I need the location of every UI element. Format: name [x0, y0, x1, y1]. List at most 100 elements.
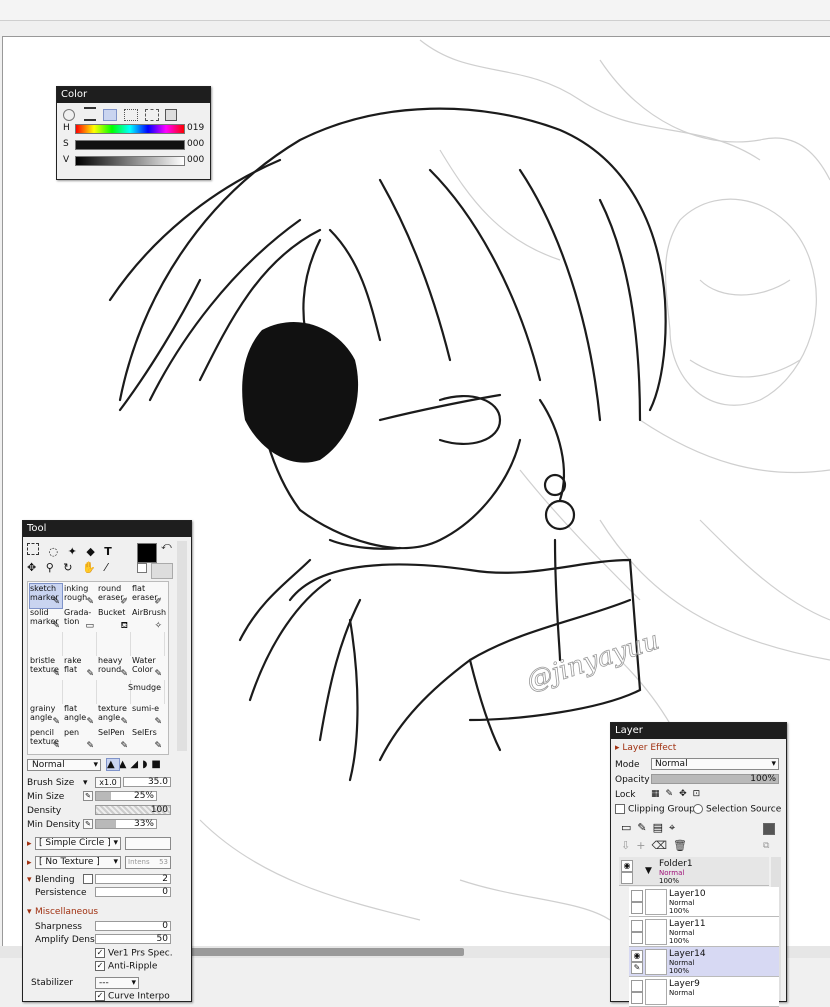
select-pen-icon[interactable]: ◆: [86, 545, 94, 558]
eye-icon[interactable]: [631, 920, 643, 932]
ver1-checkbox[interactable]: ✓: [95, 948, 105, 958]
tool-slot-empty[interactable]: [30, 632, 63, 656]
shape-triangle-selected-icon[interactable]: ▲: [106, 758, 120, 771]
size-multiplier[interactable]: x1.0: [95, 777, 121, 788]
layer-effect-toggle[interactable]: ▸ Layer Effect: [615, 743, 676, 753]
hand-icon[interactable]: ✋: [82, 561, 96, 574]
brush-texture-select[interactable]: [ No Texture ] ▾: [35, 856, 121, 869]
tool-rake-flat[interactable]: rake flat ✎: [64, 656, 96, 680]
misc-expand-icon[interactable]: ▾: [27, 907, 32, 917]
tool-flat-eraser[interactable]: flat eraser ✐: [132, 584, 164, 608]
layer-lock-box[interactable]: ✎: [631, 962, 643, 974]
tool-water-color[interactable]: Water Color ✎: [132, 656, 164, 680]
density-slider[interactable]: 100: [95, 805, 171, 815]
persistence-slider[interactable]: 0: [95, 887, 171, 897]
layer-row-layer10[interactable]: Layer10 Normal 100%: [629, 887, 779, 917]
saturation-slider[interactable]: [75, 140, 185, 150]
tool-flat-angle[interactable]: flat angle ✎: [64, 704, 96, 728]
zoom-icon[interactable]: ⚲: [46, 561, 54, 574]
blend-mode-select[interactable]: Normal ▾: [27, 759, 101, 771]
grid-icon[interactable]: [123, 109, 138, 121]
sharpness-slider[interactable]: 0: [95, 921, 171, 931]
folder-row[interactable]: ◉ ▼ Folder1 Normal 100%: [619, 857, 769, 886]
tool-heavy-round[interactable]: heavy round ✎: [98, 656, 130, 680]
min-size-slider[interactable]: 25%: [95, 791, 157, 801]
lock-move-icon[interactable]: ✥: [679, 789, 693, 799]
antiripple-option[interactable]: ✓ Anti-Ripple: [95, 961, 157, 972]
pressure-icon[interactable]: ✎: [83, 791, 93, 801]
tool-slot-empty[interactable]: [98, 632, 131, 656]
tool-selpen[interactable]: SelPen ✎: [98, 728, 130, 752]
swatch-icon[interactable]: [144, 109, 159, 121]
lasso-icon[interactable]: ◌: [49, 545, 59, 558]
background-color-swatch[interactable]: [151, 563, 173, 579]
tool-bucket[interactable]: Bucket ⛾: [98, 608, 130, 632]
layer-row-layer9[interactable]: Layer9 Normal: [629, 977, 779, 1007]
smudge-label[interactable]: Smudge: [128, 683, 161, 692]
merge-down-icon[interactable]: +: [636, 839, 651, 852]
eye-icon[interactable]: ◉: [631, 950, 643, 962]
amplify-slider[interactable]: 50: [95, 934, 171, 944]
tool-scroll-track[interactable]: [177, 541, 187, 751]
brush-shape-select[interactable]: [ Simple Circle ] ▾: [35, 837, 121, 850]
scratch-icon[interactable]: [165, 109, 178, 121]
tool-sketch-marker[interactable]: sketch marker ✎: [29, 583, 63, 609]
tool-sumi-e[interactable]: sumi-e ✎: [132, 704, 164, 728]
tool-slot-empty[interactable]: [64, 632, 97, 656]
swap-colors-icon[interactable]: ⤺: [161, 541, 172, 552]
eye-icon[interactable]: [631, 890, 643, 902]
layer-lock-box[interactable]: [631, 932, 643, 944]
tool-round-eraser[interactable]: round eraser ✐: [98, 584, 130, 608]
selection-source-checkbox[interactable]: [693, 804, 703, 814]
tool-selers[interactable]: SelErs ✎: [132, 728, 164, 752]
new-linework-icon[interactable]: ✎: [637, 821, 652, 834]
new-layer-icon[interactable]: ▭: [621, 821, 637, 834]
lock-paint-icon[interactable]: ✎: [666, 789, 680, 799]
shape-round-icon[interactable]: ◗: [142, 759, 151, 770]
tool-slot-empty[interactable]: [64, 680, 97, 704]
clipping-option[interactable]: Clipping Group: [615, 804, 695, 815]
wheel-icon[interactable]: [63, 109, 75, 121]
tool-grada-tion[interactable]: Grada-tion ▭: [64, 608, 96, 632]
tool-slot-empty[interactable]: [132, 632, 165, 656]
opacity-slider[interactable]: 100%: [651, 774, 779, 784]
tool-pen[interactable]: pen ✎: [64, 728, 96, 752]
hsv-sliders-icon[interactable]: [102, 109, 117, 121]
hue-slider[interactable]: [75, 124, 185, 134]
magic-wand-icon[interactable]: ✦: [68, 545, 77, 558]
brush-size-slider[interactable]: 35.0: [123, 777, 171, 787]
tool-slot-empty[interactable]: [98, 680, 131, 704]
eye-icon[interactable]: ◉: [621, 860, 633, 872]
texture-intensity-field[interactable]: Intens 53: [125, 856, 171, 869]
layer-lock-box[interactable]: [631, 992, 643, 1004]
blending-slider[interactable]: 2: [95, 874, 171, 884]
blending-expand-icon[interactable]: ▾: [27, 875, 32, 885]
eyedropper-icon[interactable]: ⁄: [105, 561, 107, 574]
ver1-option[interactable]: ✓ Ver1 Prs Spec.: [95, 948, 173, 959]
layer-mode-select[interactable]: Normal ▾: [651, 758, 779, 770]
min-density-slider[interactable]: 33%: [95, 819, 157, 829]
rgb-sliders-icon[interactable]: [83, 107, 96, 121]
shape-intensity-field[interactable]: [125, 837, 171, 850]
layer-visibility-toggle-icon[interactable]: [763, 823, 775, 835]
clear-layer-icon[interactable]: ⌫: [651, 839, 673, 852]
shape-square-icon[interactable]: ■: [151, 759, 164, 770]
texture-expand-icon[interactable]: ▸: [27, 858, 32, 868]
rotate-icon[interactable]: ↻: [63, 561, 72, 574]
layer-copy-icon[interactable]: ⧉: [763, 841, 769, 851]
text-tool-icon[interactable]: T: [104, 545, 112, 558]
lock-transparency-icon[interactable]: ▦: [651, 789, 666, 799]
tool-slot-empty[interactable]: [30, 680, 63, 704]
layer-transform-icon[interactable]: ⌖: [669, 821, 681, 834]
value-slider[interactable]: [75, 156, 185, 166]
new-folder-icon[interactable]: ▤: [653, 821, 669, 834]
tool-bristle-texture[interactable]: bristle texture ✎: [30, 656, 62, 680]
layer-lock-box[interactable]: [631, 902, 643, 914]
shape-expand-icon[interactable]: ▸: [27, 839, 32, 849]
transfer-down-icon[interactable]: ⇩: [621, 839, 636, 852]
tool-inking-rough[interactable]: inking rough ✎: [64, 584, 96, 608]
delete-layer-icon[interactable]: 🗑: [673, 839, 693, 852]
layer-row-layer11[interactable]: Layer11 Normal 100%: [629, 917, 779, 947]
tool-solid-marker[interactable]: solid marker ✎: [30, 608, 62, 632]
size-dropdown-icon[interactable]: ▾: [83, 778, 88, 788]
